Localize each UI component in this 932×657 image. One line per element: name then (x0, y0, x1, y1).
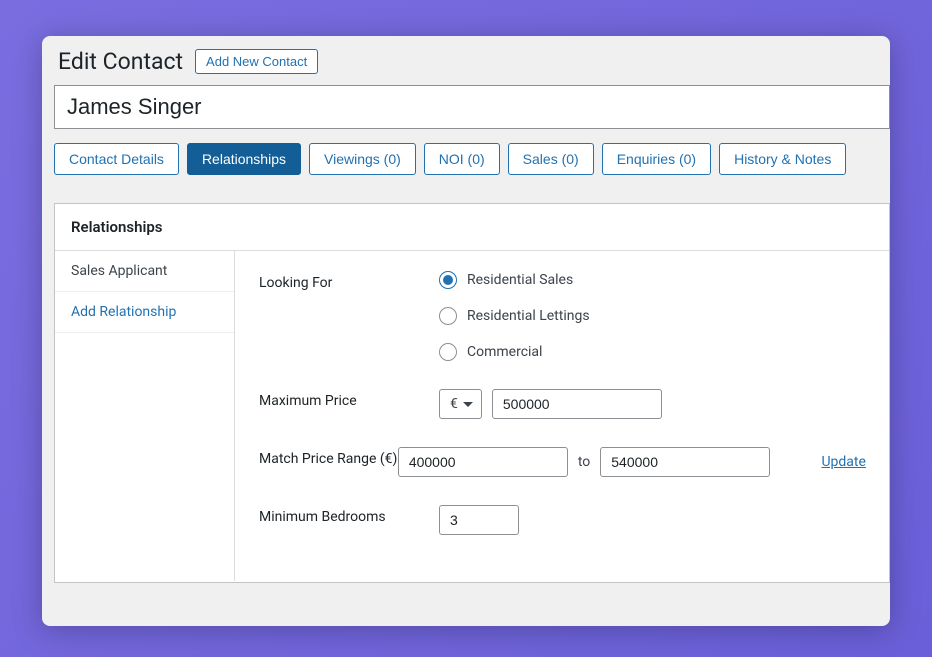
relationships-sidebar: Sales Applicant Add Relationship (55, 251, 235, 581)
tab-noi[interactable]: NOI (0) (424, 143, 500, 175)
radio-icon (439, 307, 457, 325)
row-looking-for: Looking For Residential Sales Residentia… (259, 271, 866, 361)
match-range-to-input[interactable] (600, 447, 770, 477)
radio-residential-lettings[interactable]: Residential Lettings (439, 307, 866, 325)
relationships-panel: Relationships Sales Applicant Add Relati… (54, 203, 890, 583)
radio-label: Residential Lettings (467, 308, 590, 324)
max-price-controls: € (439, 389, 662, 419)
tab-relationships[interactable]: Relationships (187, 143, 301, 175)
label-min-bedrooms: Minimum Bedrooms (259, 505, 439, 525)
page-title: Edit Contact (58, 48, 183, 75)
radio-commercial[interactable]: Commercial (439, 343, 866, 361)
sidebar-item-sales-applicant[interactable]: Sales Applicant (55, 251, 234, 292)
update-link[interactable]: Update (821, 454, 865, 470)
currency-select[interactable]: € (439, 389, 482, 419)
radio-icon (439, 271, 457, 289)
tab-sales[interactable]: Sales (0) (508, 143, 594, 175)
radio-icon (439, 343, 457, 361)
row-min-bedrooms: Minimum Bedrooms (259, 505, 866, 535)
radio-label: Residential Sales (467, 272, 573, 288)
radio-residential-sales[interactable]: Residential Sales (439, 271, 866, 289)
panel-body: Sales Applicant Add Relationship Looking… (55, 251, 889, 581)
tab-contact-details[interactable]: Contact Details (54, 143, 179, 175)
currency-symbol: € (450, 396, 458, 412)
tab-history-notes[interactable]: History & Notes (719, 143, 846, 175)
contact-name-wrap (42, 85, 890, 129)
panel-header: Relationships (55, 204, 889, 251)
min-bedrooms-input[interactable] (439, 505, 519, 535)
contact-edit-card: Edit Contact Add New Contact Contact Det… (42, 36, 890, 626)
label-match-range: Match Price Range (€) (259, 447, 398, 467)
add-new-contact-button[interactable]: Add New Contact (195, 49, 318, 74)
min-bedrooms-controls (439, 505, 519, 535)
to-label: to (578, 454, 590, 470)
max-price-input[interactable] (492, 389, 662, 419)
label-looking-for: Looking For (259, 271, 439, 291)
row-max-price: Maximum Price € (259, 389, 866, 419)
panel-title: Relationships (71, 218, 873, 236)
match-range-controls: to Update (398, 447, 866, 477)
radio-label: Commercial (467, 344, 542, 360)
looking-for-options: Residential Sales Residential Lettings C… (439, 271, 866, 361)
page-header: Edit Contact Add New Contact (42, 36, 890, 85)
contact-name-input[interactable] (54, 85, 890, 129)
form-area: Looking For Residential Sales Residentia… (235, 251, 890, 581)
label-max-price: Maximum Price (259, 389, 439, 409)
chevron-down-icon (463, 402, 473, 407)
row-match-range: Match Price Range (€) to Update (259, 447, 866, 477)
sidebar-item-add-relationship[interactable]: Add Relationship (55, 292, 234, 333)
tab-viewings[interactable]: Viewings (0) (309, 143, 416, 175)
match-range-from-input[interactable] (398, 447, 568, 477)
tabs-row: Contact Details Relationships Viewings (… (42, 129, 890, 185)
tab-enquiries[interactable]: Enquiries (0) (602, 143, 711, 175)
